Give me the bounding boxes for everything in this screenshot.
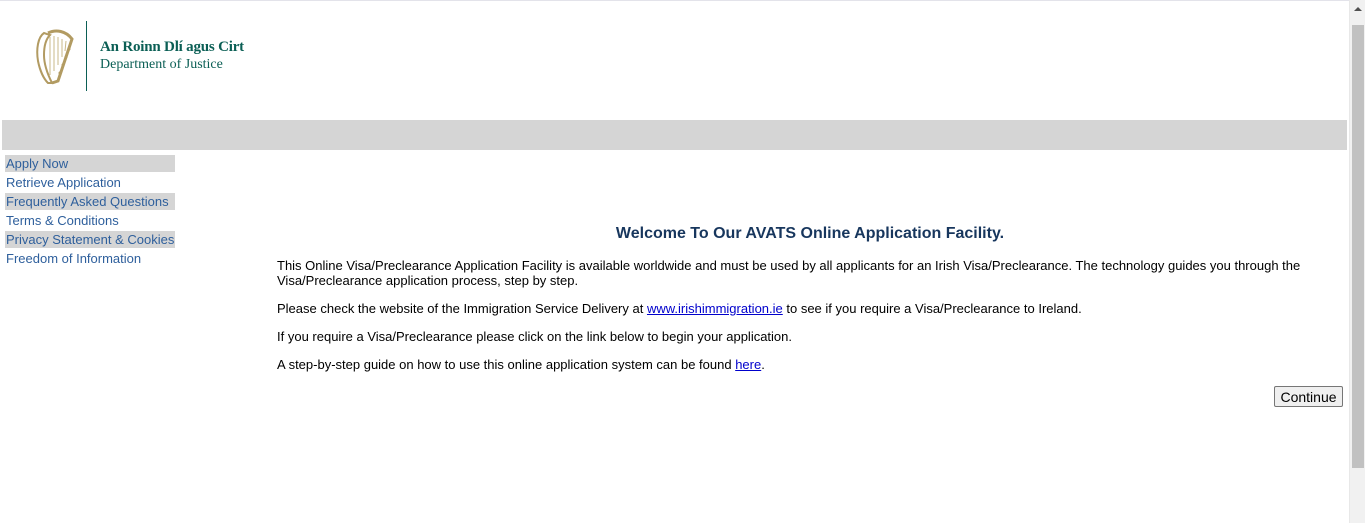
sidebar-item-terms-conditions[interactable]: Terms & Conditions xyxy=(5,212,175,231)
sidebar-item-apply-now[interactable]: Apply Now xyxy=(5,155,175,172)
logo-english-name: Department of Justice xyxy=(100,57,223,72)
harp-icon xyxy=(36,29,74,85)
logo-text: An Roinn Dlí agus Cirt Department of Jus… xyxy=(100,39,244,73)
para4-text-before: A step-by-step guide on how to use this … xyxy=(277,357,736,372)
irish-immigration-link[interactable]: www.irishimmigration.ie xyxy=(647,301,783,316)
department-logo: An Roinn Dlí agus Cirt Department of Jus… xyxy=(34,21,254,93)
intro-paragraph: This Online Visa/Preclearance Applicatio… xyxy=(277,258,1301,288)
arrow-up-icon xyxy=(1353,6,1362,11)
sidebar-item-freedom-of-information[interactable]: Freedom of Information xyxy=(5,250,175,269)
logo-divider xyxy=(86,21,87,91)
sidebar-item-privacy-statement[interactable]: Privacy Statement & Cookies xyxy=(5,231,175,248)
begin-application-paragraph: If you require a Visa/Preclearance pleas… xyxy=(277,329,793,344)
sidebar-item-faq[interactable]: Frequently Asked Questions xyxy=(5,193,175,210)
para2-text-after: to see if you require a Visa/Preclearanc… xyxy=(782,301,1082,316)
immigration-website-paragraph: Please check the website of the Immigrat… xyxy=(277,301,1343,316)
header: An Roinn Dlí agus Cirt Department of Jus… xyxy=(0,1,1349,120)
page-title: Welcome To Our AVATS Online Application … xyxy=(615,225,1005,242)
scroll-up-button[interactable] xyxy=(1350,0,1365,17)
guide-paragraph: A step-by-step guide on how to use this … xyxy=(277,357,1343,372)
para4-text-after: . xyxy=(761,357,765,372)
para2-text-before: Please check the website of the Immigrat… xyxy=(277,301,647,316)
header-banner xyxy=(2,120,1347,150)
sidebar-nav: Apply Now Retrieve Application Frequentl… xyxy=(5,155,175,269)
guide-here-link[interactable]: here xyxy=(735,357,761,372)
main-content: Welcome To Our AVATS Online Application … xyxy=(277,224,1343,385)
vertical-scrollbar[interactable] xyxy=(1349,0,1365,523)
continue-button[interactable]: Continue xyxy=(1274,386,1343,407)
sidebar-item-retrieve-application[interactable]: Retrieve Application xyxy=(5,174,175,193)
logo-irish-name: An Roinn Dlí agus Cirt xyxy=(100,39,244,55)
scrollbar-thumb[interactable] xyxy=(1352,25,1364,468)
